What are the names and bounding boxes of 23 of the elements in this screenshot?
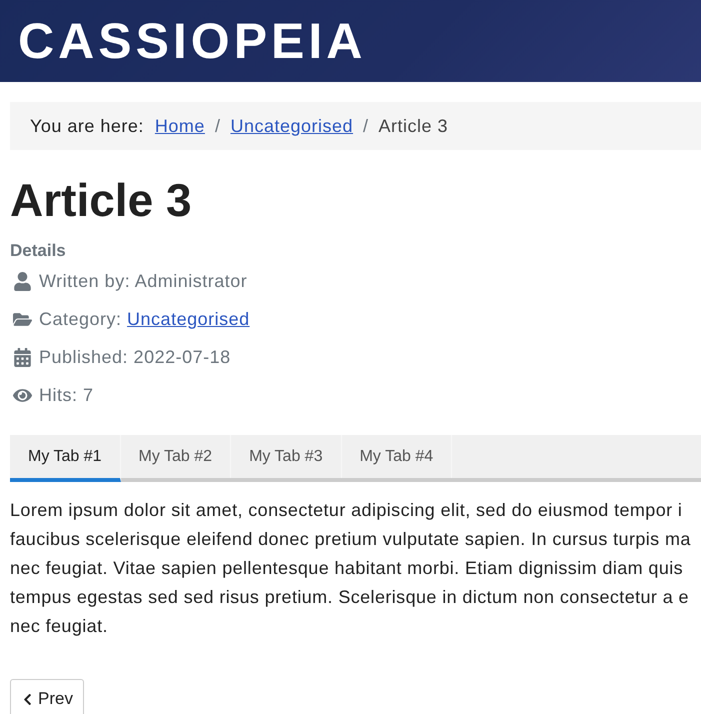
breadcrumb-current: Article 3 (378, 114, 448, 138)
breadcrumb-separator: / (214, 114, 220, 138)
breadcrumb-label: You are here: (30, 114, 144, 138)
details-heading: Details (10, 240, 67, 262)
calendar-icon (12, 348, 32, 366)
tab[interactable]: My Tab #4 (342, 435, 452, 478)
user-icon (12, 272, 32, 290)
breadcrumb-link[interactable]: Uncategorised (230, 112, 354, 140)
category-link[interactable]: Uncategorised (127, 306, 250, 332)
tab[interactable]: My Tab #2 (120, 435, 232, 478)
article-title: Article 3 (10, 173, 193, 228)
breadcrumb-separator: / (363, 114, 369, 138)
detail-text: Published: 2022-07-18 (39, 346, 231, 368)
detail-text: Category: (39, 308, 123, 331)
prev-button[interactable]: Prev (10, 679, 84, 714)
chevron-left-icon (21, 692, 34, 706)
article-text: Lorem ipsum dolor sit amet, consectetur adipiscing elit, sed do eiusmod tempor i faucibus scelerisque eleifend donec pretium vulputate sapien. In cursus turpis ma nec feugiat. Vitae sapien pellentesque habitant morbi. Etiam dignissim diam quis tempus egestas sed sed risus pretium. Scelerisque in dictum non consectetur a e nec feugiat. (10, 499, 691, 638)
site-logo[interactable]: CASSIOPEIA (18, 16, 366, 66)
tab[interactable]: My Tab #1 (10, 435, 121, 482)
detail-text: Written by: Administrator (39, 270, 248, 293)
breadcrumb-link[interactable]: Home (154, 112, 205, 140)
tab[interactable]: My Tab #3 (231, 435, 342, 478)
detail-text: Hits: 7 (39, 384, 94, 406)
